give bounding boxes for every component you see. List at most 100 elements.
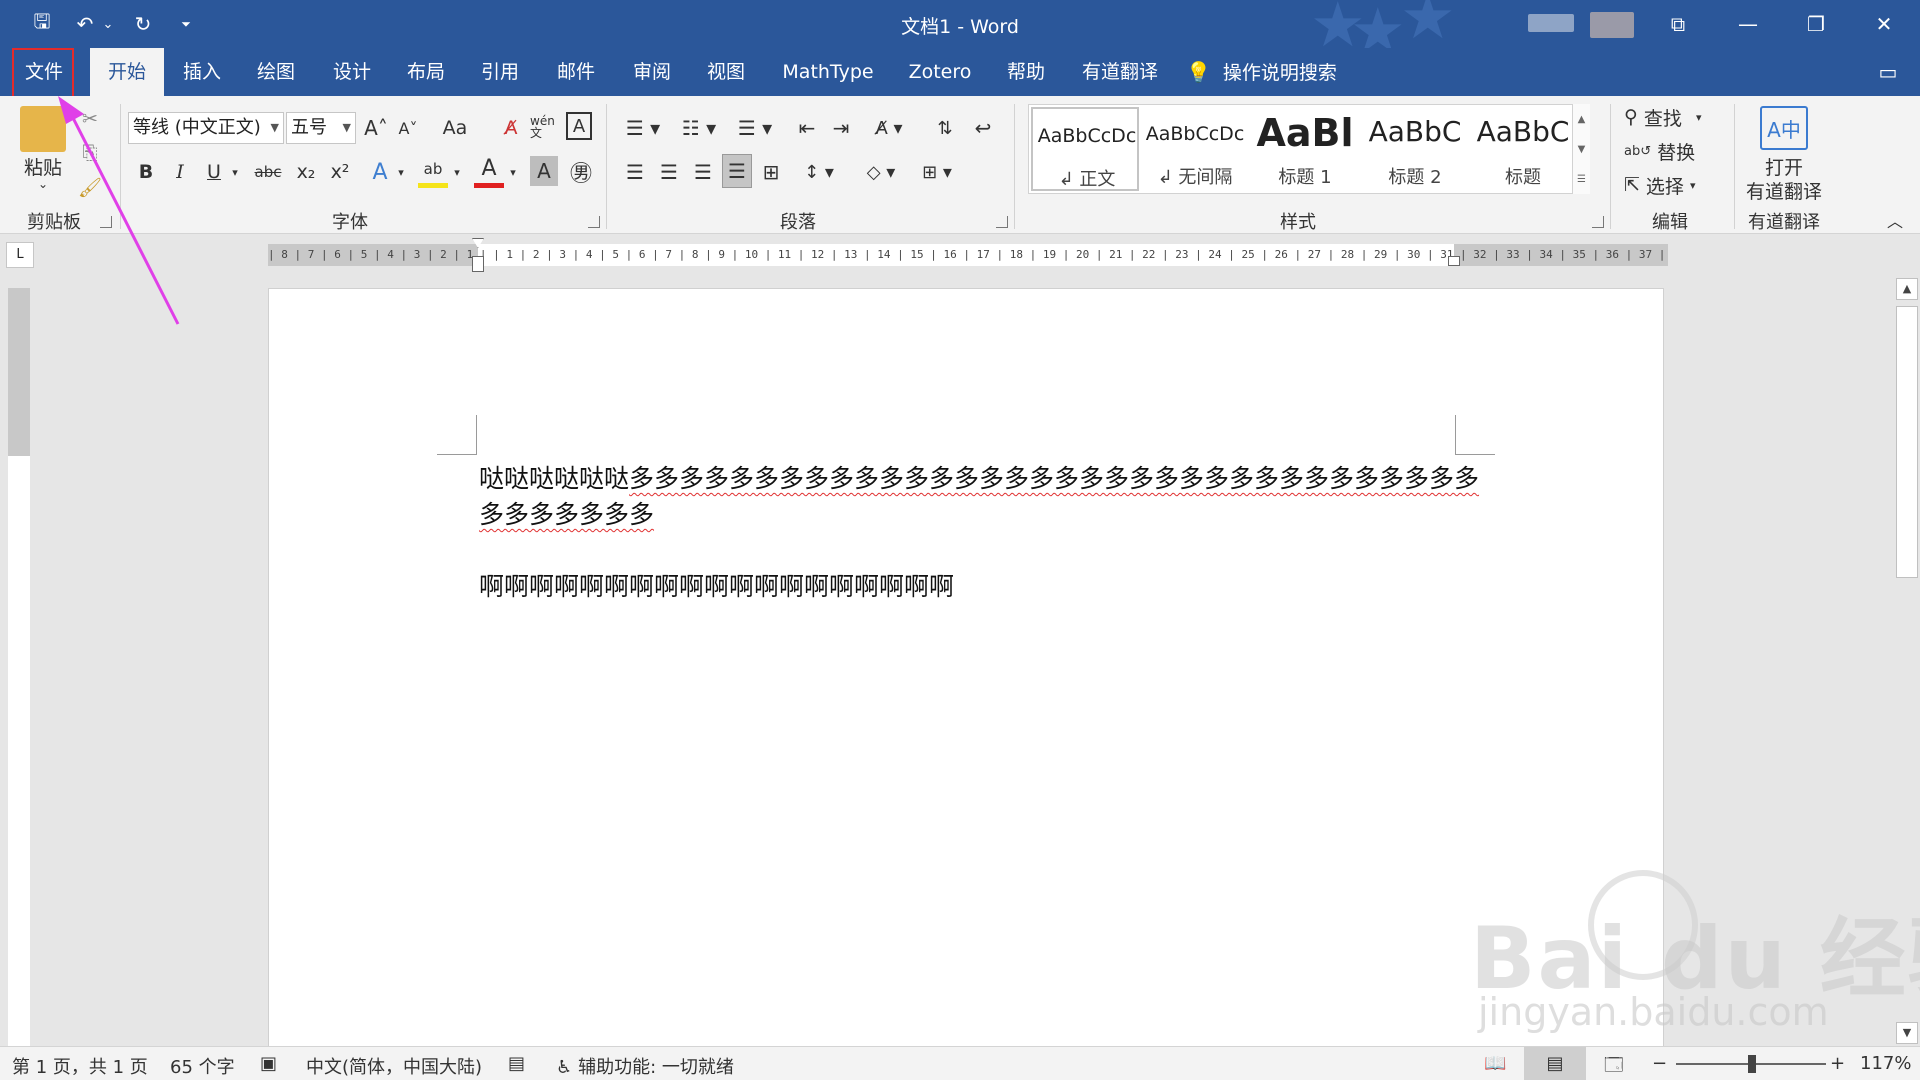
youdao-translate-icon[interactable]: A中 [1760,106,1808,150]
tell-me-search[interactable]: 💡 操作说明搜索 [1186,48,1446,96]
tab-view[interactable]: 视图 [694,48,758,96]
character-shading-icon[interactable]: A [530,156,558,186]
scrollbar-thumb[interactable] [1896,306,1918,578]
tab-mathtype[interactable]: MathType [776,48,880,96]
font-color-icon[interactable]: A [474,154,504,188]
chevron-down-icon[interactable]: ▾ [394,160,408,184]
tab-draw[interactable]: 绘图 [244,48,308,96]
bullets-icon[interactable]: ☰ ▾ [620,112,666,144]
justify-icon[interactable]: ☰ [722,154,752,188]
zoom-out-button[interactable]: − [1652,1053,1667,1074]
right-indent-marker[interactable] [1448,256,1460,266]
find-button[interactable]: ⚲ 查找 ▾ [1624,102,1734,132]
replace-icon: ab↺ [1624,143,1652,159]
text-effects-icon[interactable]: A [366,156,394,188]
grow-font-icon[interactable]: A˄ [362,112,390,144]
character-border-icon[interactable]: A [566,112,592,140]
enclose-characters-icon[interactable]: ㊚ [566,156,596,188]
show-formatting-marks-icon[interactable]: ↩ [968,112,998,144]
avatar[interactable] [1590,12,1634,38]
paragraph-launcher-icon[interactable] [996,216,1008,228]
clear-formatting-icon[interactable]: A̸ [496,112,526,144]
numbering-icon[interactable]: ☷ ▾ [676,112,722,144]
multilevel-list-icon[interactable]: ☰ ▾ [732,112,778,144]
shading-icon[interactable]: ◇ ▾ [858,156,904,188]
distributed-icon[interactable]: ⊞ [756,156,786,188]
zoom-slider-thumb[interactable] [1748,1055,1756,1073]
tab-youdao[interactable]: 有道翻译 [1072,48,1168,96]
gallery-more-icon[interactable]: ☰ [1572,164,1590,194]
print-layout-icon[interactable]: ▤ [1524,1047,1586,1080]
replace-button[interactable]: ab↺ 替换 [1624,136,1734,166]
align-right-icon[interactable]: ☰ [688,156,718,188]
font-size-combobox[interactable]: 五号 ▼ [286,112,356,144]
tab-references[interactable]: 引用 [468,48,532,96]
scroll-up-icon[interactable]: ▲ [1896,278,1918,300]
lightbulb-icon: 💡 [1186,60,1211,84]
line-spacing-icon[interactable]: ↕ ▾ [796,156,842,188]
account-name[interactable] [1528,14,1574,32]
document-page[interactable]: 哒哒哒哒哒哒多多多多多多多多多多多多多多多多多多多多多多多多多多多多多多多多多多… [268,288,1664,1056]
accessibility-icon: ♿ [556,1057,573,1078]
chevron-down-icon[interactable]: ▾ [506,160,520,184]
phonetic-guide-icon[interactable]: wén文 [530,110,560,144]
proofing-icon[interactable]: ▣ [260,1053,277,1074]
style-heading-1[interactable]: AaBl 标题 1 [1251,107,1359,191]
macro-icon[interactable]: ▤ [508,1053,525,1074]
document-paragraph[interactable]: 哒哒哒哒哒哒多多多多多多多多多多多多多多多多多多多多多多多多多多多多多多多多多多 [479,459,1479,495]
word-count[interactable]: 65 个字 [170,1053,235,1079]
tab-review[interactable]: 审阅 [620,48,684,96]
comments-icon[interactable]: ▭ [1868,48,1908,96]
zoom-level[interactable]: 117% [1860,1053,1911,1074]
tab-layout[interactable]: 布局 [394,48,458,96]
chevron-down-icon[interactable]: ▾ [228,160,242,184]
close-button[interactable]: ✕ [1854,0,1914,48]
chevron-down-icon: ▾ [1689,178,1696,192]
borders-icon[interactable]: ⊞ ▾ [914,156,960,188]
ribbon-display-options-button[interactable]: ⧉ [1648,0,1708,48]
style-title[interactable]: AaBbC 标题 [1469,107,1577,191]
superscript-button[interactable]: x² [326,156,354,188]
chinese-layout-icon[interactable]: A̸ ▾ [866,112,912,144]
youdao-open-label-2[interactable]: 有道翻译 [1740,178,1828,203]
change-case-icon[interactable]: Aa [432,112,478,144]
decrease-indent-icon[interactable]: ⇤ [792,112,822,144]
restore-button[interactable]: ❐ [1786,0,1846,48]
minimize-button[interactable]: — [1718,0,1778,48]
collapse-ribbon-icon[interactable]: ︿ [1880,210,1910,231]
web-layout-icon[interactable]: 🗔 [1604,1053,1624,1080]
style-normal[interactable]: AaBbCcDc ↲ 正文 [1031,107,1139,191]
font-launcher-icon[interactable] [588,216,600,228]
tab-mailings[interactable]: 邮件 [544,48,608,96]
left-indent-marker[interactable] [472,256,484,272]
vertical-ruler[interactable] [8,288,30,1048]
gallery-scroll-down-icon[interactable]: ▼ [1572,134,1590,164]
align-center-icon[interactable]: ☰ [654,156,684,188]
subscript-button[interactable]: x₂ [292,156,320,188]
highlight-color-icon[interactable]: ab [418,154,448,188]
strikethrough-button[interactable]: abc [250,156,286,188]
document-paragraph[interactable]: 啊啊啊啊啊啊啊啊啊啊啊啊啊啊啊啊啊啊啊 [479,567,954,603]
shrink-font-icon[interactable]: A˅ [394,112,422,144]
select-button[interactable]: ⇱ 选择 ▾ [1624,170,1734,200]
accessibility-status[interactable]: ♿ 辅助功能: 一切就绪 [556,1053,734,1079]
style-no-spacing[interactable]: AaBbCcDc ↲ 无间隔 [1141,107,1249,191]
styles-launcher-icon[interactable] [1592,216,1604,228]
style-heading-2[interactable]: AaBbC 标题 2 [1361,107,1469,191]
underline-button[interactable]: U [200,156,228,188]
align-left-icon[interactable]: ☰ [620,156,650,188]
sort-icon[interactable]: ⇅ [930,112,960,144]
read-mode-icon[interactable]: 📖 [1484,1053,1506,1074]
increase-indent-icon[interactable]: ⇥ [826,112,856,144]
language-indicator[interactable]: 中文(简体，中国大陆) [306,1053,482,1079]
document-text-misspelled[interactable]: 多多多多多多多 [479,495,654,531]
chevron-down-icon[interactable]: ▾ [450,160,464,184]
youdao-open-label[interactable]: 打开 [1740,154,1828,179]
page-count[interactable]: 第 1 页，共 1 页 [12,1053,148,1079]
zoom-in-button[interactable]: + [1830,1053,1845,1074]
gallery-scroll-up-icon[interactable]: ▲ [1572,104,1590,134]
scroll-down-icon[interactable]: ▼ [1896,1022,1918,1044]
tab-help[interactable]: 帮助 [994,48,1058,96]
tab-design[interactable]: 设计 [320,48,384,96]
tab-zotero[interactable]: Zotero [900,48,980,96]
